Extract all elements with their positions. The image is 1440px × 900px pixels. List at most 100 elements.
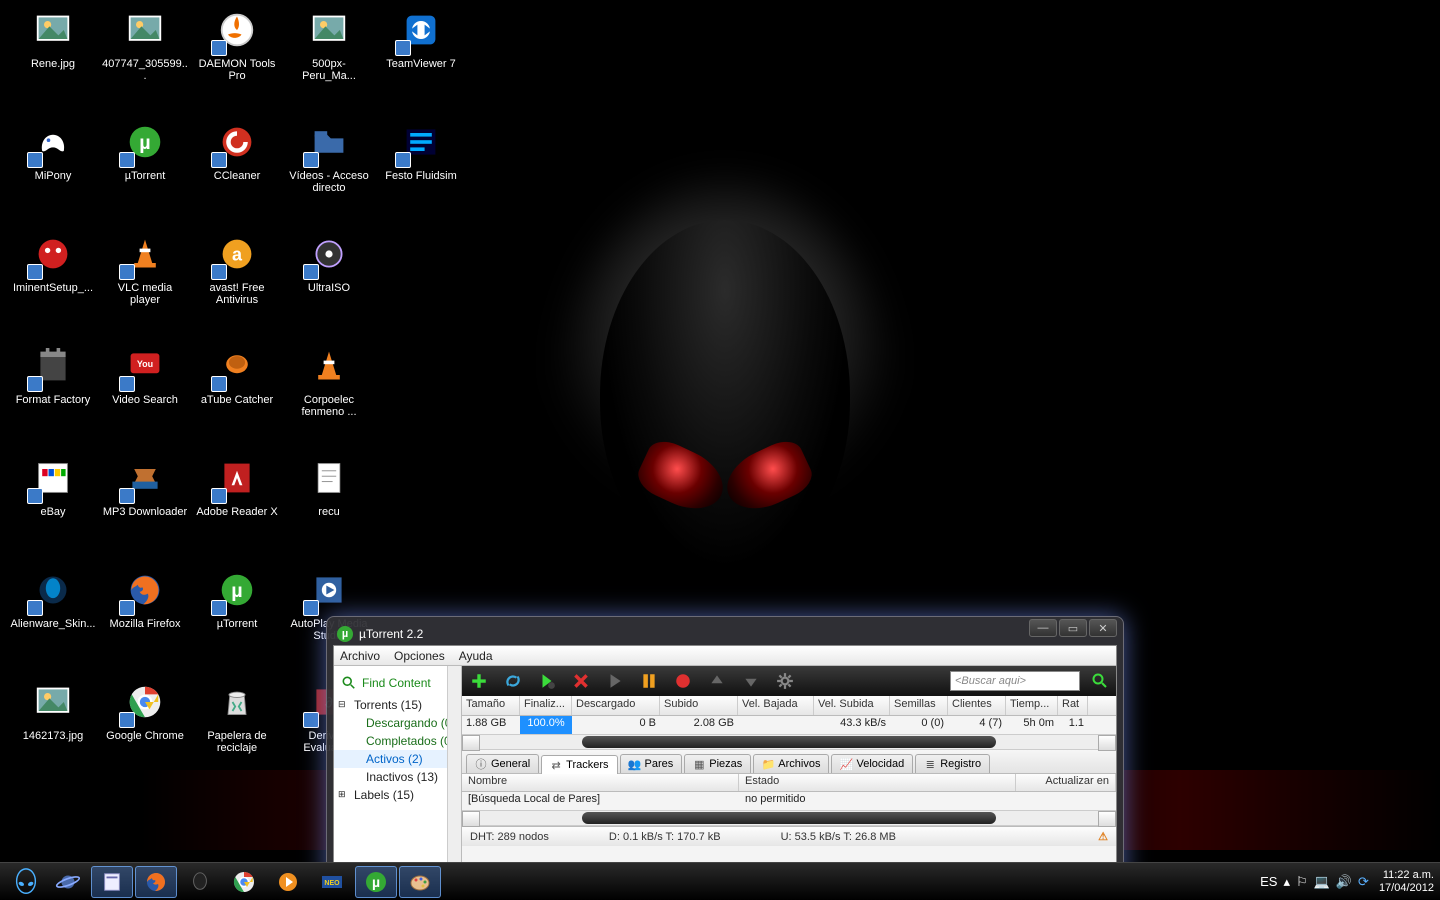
remove-button[interactable] (568, 669, 594, 693)
taskbar-neorage[interactable]: NEO (311, 866, 353, 898)
col-tamao[interactable]: Tamaño (462, 696, 520, 715)
desktop-icon-vlc-media-player[interactable]: VLC media player (100, 230, 190, 306)
list-hscrollbar[interactable] (462, 734, 1116, 750)
desktop-icon-mozilla-firefox[interactable]: Mozilla Firefox (100, 566, 190, 630)
taskbar-explorer[interactable] (91, 866, 133, 898)
movedown-button[interactable] (738, 669, 764, 693)
sidebar-item-4[interactable]: Inactivos (13) (334, 768, 461, 786)
desktop-icon-corpoelec-fenmeno-[interactable]: Corpoelec fenmeno ... (284, 342, 374, 418)
add-torrent-button[interactable] (466, 669, 492, 693)
search-button[interactable] (1088, 671, 1112, 691)
pause-button[interactable] (636, 669, 662, 693)
tray-flag-icon[interactable]: ⚐ (1296, 874, 1308, 890)
desktop-icon-google-chrome[interactable]: Google Chrome (100, 678, 190, 742)
status-download: D: 0.1 kB/s T: 170.7 kB (609, 831, 721, 843)
tab-general[interactable]: ⓘGeneral (466, 754, 539, 773)
desktop-icon-mipony[interactable]: MiPony (8, 118, 98, 182)
menu-archivo[interactable]: Archivo (340, 649, 380, 663)
sidebar-item-3[interactable]: Activos (2) (334, 750, 461, 768)
taskbar-clock[interactable]: 11:22 a.m. 17/04/2012 (1379, 869, 1434, 895)
col-rat[interactable]: Rat (1058, 696, 1088, 715)
find-content-button[interactable]: Find Content (334, 670, 461, 696)
taskbar-firefox[interactable] (135, 866, 177, 898)
start-button[interactable] (6, 865, 46, 899)
detail-hscrollbar[interactable] (462, 810, 1116, 826)
col-tiemp[interactable]: Tiemp... (1006, 696, 1058, 715)
desktop-icon-ebay[interactable]: eBay (8, 454, 98, 518)
warning-icon[interactable]: ⚠ (1098, 830, 1108, 843)
search-input[interactable]: <Buscar aqui> (950, 671, 1080, 691)
col-finaliz[interactable]: Finaliz... (520, 696, 572, 715)
desktop-icon-adobe-reader-x[interactable]: Adobe Reader X (192, 454, 282, 518)
desktop-icon-iminentsetup-[interactable]: IminentSetup_... (8, 230, 98, 294)
tray-network-icon[interactable]: 💻 (1314, 874, 1330, 890)
sidebar-item-1[interactable]: Descargando (0) (334, 714, 461, 732)
menu-opciones[interactable]: Opciones (394, 649, 445, 663)
desktop-icon-alienware-skin-[interactable]: Alienware_Skin... (8, 566, 98, 630)
desktop-icon-festo-fluidsim[interactable]: Festo Fluidsim (376, 118, 466, 182)
taskbar-paint[interactable] (399, 866, 441, 898)
taskbar-chrome[interactable] (223, 866, 265, 898)
minimize-button[interactable]: — (1029, 619, 1057, 637)
desktop-icon-papelera-de-reciclaje[interactable]: Papelera de reciclaje (192, 678, 282, 754)
stop-button[interactable] (670, 669, 696, 693)
tray-volume-icon[interactable]: 🔊 (1336, 874, 1352, 890)
tray-expand-icon[interactable]: ▴ (1283, 874, 1290, 890)
moveup-button[interactable] (704, 669, 730, 693)
tab-registro[interactable]: ≣Registro (915, 754, 990, 773)
tab-piezas[interactable]: ▦Piezas (684, 754, 751, 773)
desktop-icon-teamviewer-7[interactable]: TeamViewer 7 (376, 6, 466, 70)
tray-lang[interactable]: ES (1260, 874, 1277, 889)
close-button[interactable]: ✕ (1089, 619, 1117, 637)
window-titlebar[interactable]: µ µTorrent 2.2 (333, 623, 1117, 645)
torrent-row[interactable]: 1.88 GB100.0%0 B2.08 GB43.3 kB/s0 (0)4 (… (462, 716, 1116, 734)
col-clientes[interactable]: Clientes (948, 696, 1006, 715)
svg-text:You: You (137, 359, 153, 369)
col-descargado[interactable]: Descargado (572, 696, 660, 715)
desktop-icon-ultraiso[interactable]: UltraISO (284, 230, 374, 294)
sidebar-item-0[interactable]: ⊟Torrents (15) (334, 696, 461, 714)
taskbar-wmp[interactable] (267, 866, 309, 898)
taskbar-alienhead[interactable] (179, 866, 221, 898)
tab-pares[interactable]: 👥Pares (620, 754, 683, 773)
menu-ayuda[interactable]: Ayuda (459, 649, 493, 663)
desktop-icon-atube-catcher[interactable]: aTube Catcher (192, 342, 282, 406)
col-velsubida[interactable]: Vel. Subida (814, 696, 890, 715)
desktop-icon-1462173-jpg[interactable]: 1462173.jpg (8, 678, 98, 742)
tray-refresh-icon[interactable]: ⟳ (1358, 874, 1369, 890)
settings-button[interactable] (772, 669, 798, 693)
desktop-icon--torrent[interactable]: µµTorrent (100, 118, 190, 182)
sidebar-scrollbar[interactable] (447, 666, 461, 882)
desktop-icon-recu[interactable]: recu (284, 454, 374, 518)
desktop-icon-500px-peru-ma-[interactable]: 500px-Peru_Ma... (284, 6, 374, 82)
taskbar-saturn[interactable] (47, 866, 89, 898)
tracker-columns[interactable]: Nombre Estado Actualizar en (462, 774, 1116, 792)
desktop-icon-video-search[interactable]: YouVideo Search (100, 342, 190, 406)
start-button[interactable] (602, 669, 628, 693)
desktop[interactable]: Rene.jpg407747_305599...DAEMON Tools Pro… (0, 0, 1440, 862)
desktop-icon-mp3-downloader[interactable]: MP3 Downloader (100, 454, 190, 518)
tab-archivos[interactable]: 📁Archivos (753, 754, 829, 773)
desktop-icon-rene-jpg[interactable]: Rene.jpg (8, 6, 98, 70)
col-velbajada[interactable]: Vel. Bajada (738, 696, 814, 715)
sidebar-item-2[interactable]: Completados (0) (334, 732, 461, 750)
add-url-button[interactable] (500, 669, 526, 693)
tab-velocidad[interactable]: 📈Velocidad (831, 754, 913, 773)
col-subido[interactable]: Subido (660, 696, 738, 715)
desktop-icon-407747-305599-[interactable]: 407747_305599... (100, 6, 190, 82)
tab-trackers[interactable]: ⇄Trackers (541, 755, 617, 774)
create-torrent-button[interactable] (534, 669, 560, 693)
maximize-button[interactable]: ▭ (1059, 619, 1087, 637)
desktop-icon-v-deos-acceso-directo[interactable]: Vídeos - Acceso directo (284, 118, 374, 194)
desktop-icon-avast-free-antivirus[interactable]: aavast! Free Antivirus (192, 230, 282, 306)
tracker-row[interactable]: [Búsqueda Local de Pares] no permitido (462, 792, 1116, 810)
desktop-icon--torrent[interactable]: µµTorrent (192, 566, 282, 630)
taskbar-utorrent[interactable]: µ (355, 866, 397, 898)
toolbar: <Buscar aqui> (462, 666, 1116, 696)
col-semillas[interactable]: Semillas (890, 696, 948, 715)
sidebar-item-5[interactable]: ⊞Labels (15) (334, 786, 461, 804)
desktop-icon-ccleaner[interactable]: CCleaner (192, 118, 282, 182)
desktop-icon-format-factory[interactable]: Format Factory (8, 342, 98, 406)
torrent-columns[interactable]: TamañoFinaliz...DescargadoSubidoVel. Baj… (462, 696, 1116, 716)
desktop-icon-daemon-tools-pro[interactable]: DAEMON Tools Pro (192, 6, 282, 82)
